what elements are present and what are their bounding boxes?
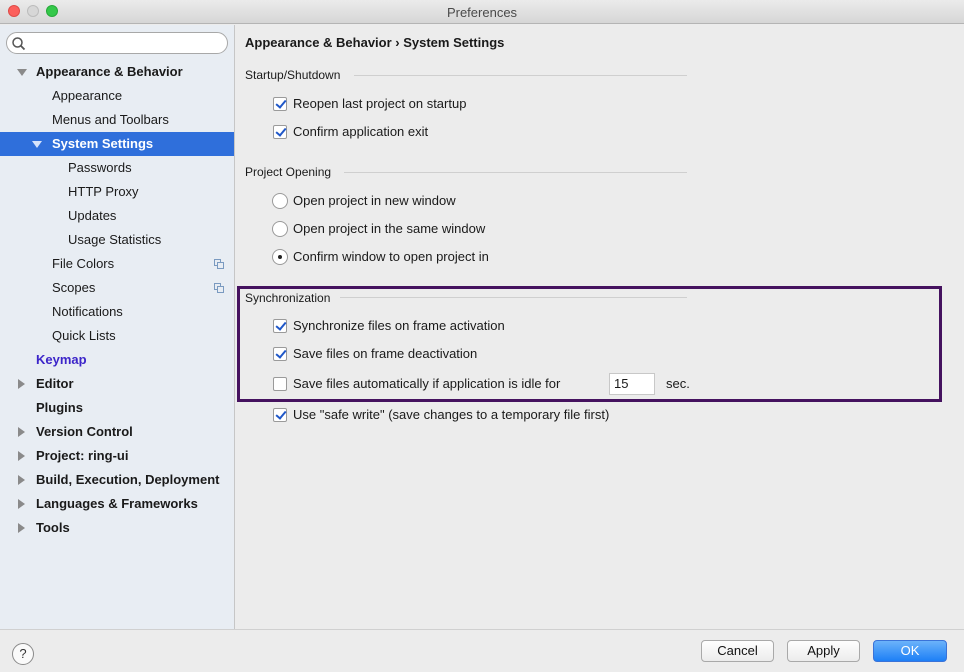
checkbox-checked-icon[interactable] bbox=[273, 347, 287, 361]
tree-item-label: Updates bbox=[68, 208, 117, 223]
checkbox-unchecked-icon[interactable] bbox=[273, 377, 287, 391]
tree-item-label: Plugins bbox=[36, 400, 83, 415]
checkbox-checked-icon[interactable] bbox=[273, 408, 287, 422]
tree-item-label: Languages & Frameworks bbox=[36, 496, 198, 511]
window-title: Preferences bbox=[446, 5, 518, 20]
tree-item-label: Menus and Toolbars bbox=[52, 112, 169, 127]
checkbox-checked-icon[interactable] bbox=[273, 125, 287, 139]
tree-item-system-settings[interactable]: System Settings bbox=[0, 132, 234, 156]
expand-arrow-icon[interactable] bbox=[16, 60, 28, 84]
settings-sidebar: Appearance & Behavior Appearance Menus a… bbox=[0, 25, 235, 629]
checkbox-checked-icon[interactable] bbox=[273, 97, 287, 111]
tree-item-file-colors[interactable]: File Colors bbox=[0, 252, 234, 276]
radio-label: Open project in the same window bbox=[293, 221, 486, 236]
group-divider bbox=[340, 297, 687, 298]
ok-button[interactable]: OK bbox=[873, 640, 947, 662]
tree-item-label: Passwords bbox=[68, 160, 132, 175]
radio-label: Confirm window to open project in bbox=[293, 249, 489, 264]
tree-item-label: Tools bbox=[36, 520, 70, 535]
tree-item-appearance[interactable]: Appearance bbox=[0, 84, 234, 108]
expand-arrow-icon[interactable] bbox=[16, 516, 28, 540]
tree-item-label: Editor bbox=[36, 376, 74, 391]
search-input[interactable] bbox=[6, 32, 228, 54]
tree-item-label: Build, Execution, Deployment bbox=[36, 472, 220, 487]
tree-item-label: Keymap bbox=[36, 352, 87, 367]
tree-item-label: Appearance bbox=[52, 88, 123, 103]
radio-icon[interactable] bbox=[272, 221, 288, 237]
checkbox-label: Use "safe write" (save changes to a temp… bbox=[293, 407, 610, 422]
tree-item-passwords[interactable]: Passwords bbox=[0, 156, 234, 180]
tree-item-notifications[interactable]: Notifications bbox=[0, 300, 234, 324]
project-level-icon bbox=[214, 259, 224, 269]
expand-arrow-icon[interactable] bbox=[16, 468, 28, 492]
tree-item-label: Version Control bbox=[36, 424, 133, 439]
expand-arrow-icon[interactable] bbox=[16, 492, 28, 516]
project-level-icon bbox=[214, 283, 224, 293]
tree-item-updates[interactable]: Updates bbox=[0, 204, 234, 228]
group-title-startup: Startup/Shutdown bbox=[245, 68, 341, 82]
title-bar: Preferences bbox=[0, 0, 964, 24]
tree-item-label: Quick Lists bbox=[52, 328, 116, 343]
tree-item-editor[interactable]: Editor bbox=[0, 372, 234, 396]
dialog-footer: ? Cancel Apply OK bbox=[0, 629, 964, 672]
checkbox-label: Confirm application exit bbox=[293, 124, 429, 139]
tree-item-label: Usage Statistics bbox=[68, 232, 162, 247]
checkbox-label: Save files on frame deactivation bbox=[293, 346, 478, 361]
tree-item-menus-toolbars[interactable]: Menus and Toolbars bbox=[0, 108, 234, 132]
tree-item-appearance-behavior[interactable]: Appearance & Behavior bbox=[0, 60, 234, 84]
tree-item-http-proxy[interactable]: HTTP Proxy bbox=[0, 180, 234, 204]
tree-item-scopes[interactable]: Scopes bbox=[0, 276, 234, 300]
settings-content: Appearance & Behavior › System Settings … bbox=[236, 25, 964, 629]
radio-icon[interactable] bbox=[272, 193, 288, 209]
checkbox-label: Save files automatically if application … bbox=[293, 376, 561, 391]
tree-item-plugins[interactable]: Plugins bbox=[0, 396, 234, 420]
radio-label: Open project in new window bbox=[293, 193, 456, 208]
tree-item-quick-lists[interactable]: Quick Lists bbox=[0, 324, 234, 348]
expand-arrow-icon[interactable] bbox=[31, 132, 43, 156]
tree-item-keymap[interactable]: Keymap bbox=[0, 348, 234, 372]
checkbox-label: Synchronize files on frame activation bbox=[293, 318, 505, 333]
tree-item-version-control[interactable]: Version Control bbox=[0, 420, 234, 444]
tree-item-label: File Colors bbox=[52, 256, 115, 271]
tree-item-usage-statistics[interactable]: Usage Statistics bbox=[0, 228, 234, 252]
tree-item-label: Scopes bbox=[52, 280, 96, 295]
help-button[interactable]: ? bbox=[12, 643, 34, 665]
idle-seconds-input[interactable]: 15 bbox=[609, 373, 655, 395]
apply-button[interactable]: Apply bbox=[787, 640, 860, 662]
tree-item-label: System Settings bbox=[52, 136, 154, 151]
tree-item-label: Project: ring-ui bbox=[36, 448, 129, 463]
cancel-button[interactable]: Cancel bbox=[701, 640, 774, 662]
tree-item-tools[interactable]: Tools bbox=[0, 516, 234, 540]
checkbox-checked-icon[interactable] bbox=[273, 319, 287, 333]
group-divider bbox=[344, 172, 687, 173]
tree-item-label: Notifications bbox=[52, 304, 123, 319]
group-divider bbox=[354, 75, 687, 76]
tree-item-label: HTTP Proxy bbox=[68, 184, 139, 199]
tree-item-build-execution[interactable]: Build, Execution, Deployment bbox=[0, 468, 234, 492]
tree-item-languages-frameworks[interactable]: Languages & Frameworks bbox=[0, 492, 234, 516]
search-icon bbox=[12, 37, 26, 51]
expand-arrow-icon[interactable] bbox=[16, 444, 28, 468]
expand-arrow-icon[interactable] bbox=[16, 372, 28, 396]
tree-item-label: Appearance & Behavior bbox=[36, 64, 183, 79]
group-title-project-opening: Project Opening bbox=[245, 165, 332, 179]
seconds-unit-label: sec. bbox=[666, 376, 690, 391]
radio-selected-icon[interactable] bbox=[272, 249, 288, 265]
checkbox-label: Reopen last project on startup bbox=[293, 96, 467, 111]
expand-arrow-icon[interactable] bbox=[16, 420, 28, 444]
tree-item-project[interactable]: Project: ring-ui bbox=[0, 444, 234, 468]
group-title-synchronization: Synchronization bbox=[245, 291, 331, 305]
breadcrumb: Appearance & Behavior › System Settings bbox=[245, 35, 505, 50]
